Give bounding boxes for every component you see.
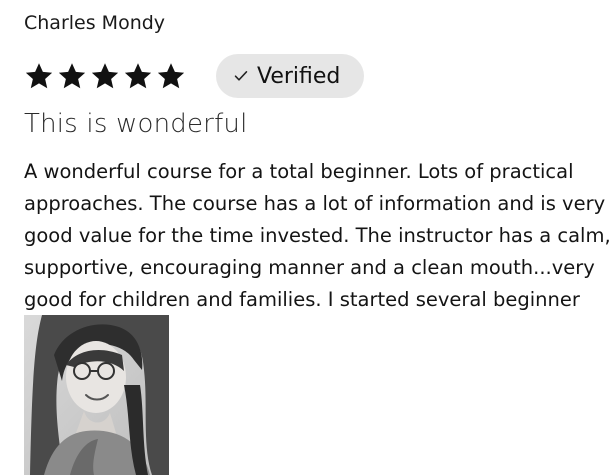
rating-row: Verified: [24, 54, 365, 98]
reviewer-name: Charles Mondy: [24, 12, 166, 34]
star-icon: [25, 63, 53, 89]
checkmark-icon: [234, 71, 248, 81]
star-icon: [58, 63, 86, 89]
verified-label: Verified: [257, 63, 341, 89]
reviewer-photo-image: [24, 315, 169, 475]
star-icon: [124, 63, 152, 89]
reviewer-photo[interactable]: [24, 315, 169, 475]
star-icon: [157, 63, 185, 89]
review-title: This is wonderful: [24, 109, 248, 139]
star-icon: [91, 63, 119, 89]
review-body: A wonderful course for a total beginner.…: [24, 160, 611, 311]
verified-badge: Verified: [216, 54, 365, 98]
star-rating: [24, 61, 186, 91]
